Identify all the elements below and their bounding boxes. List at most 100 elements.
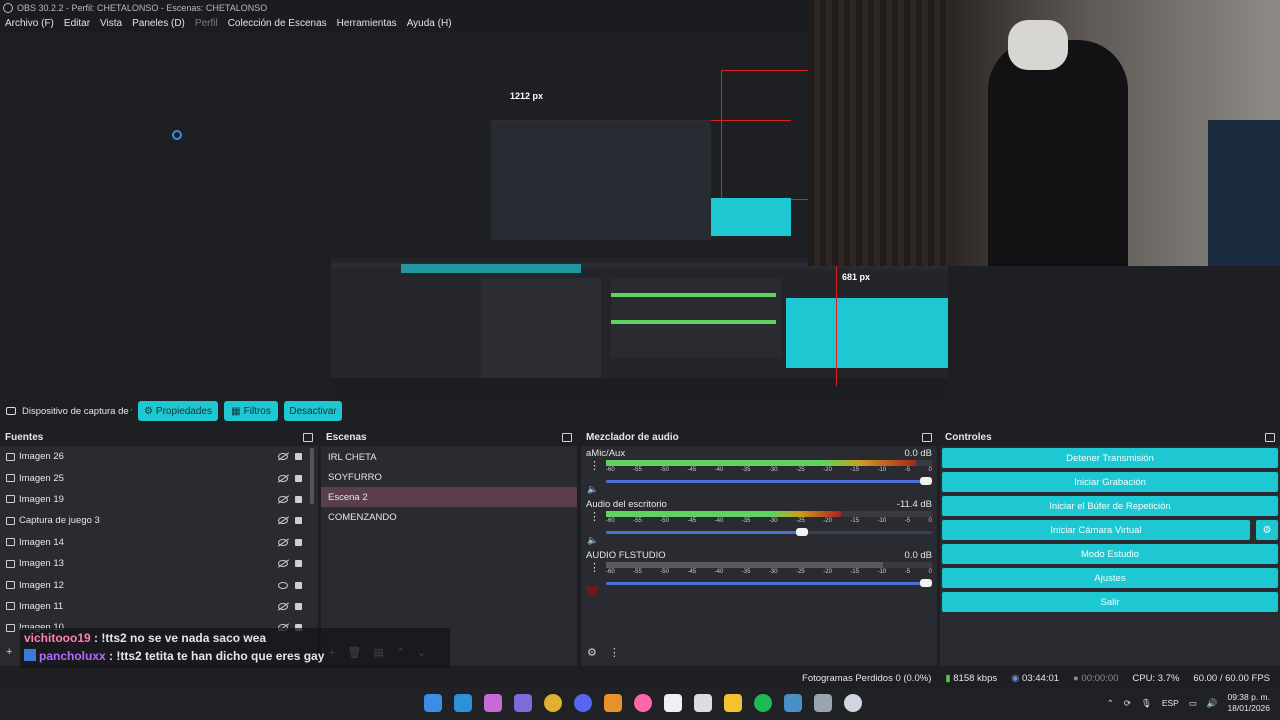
chrome-icon[interactable] — [544, 694, 562, 712]
lock-icon[interactable] — [295, 581, 302, 589]
eye-off-icon[interactable] — [278, 453, 288, 461]
signal-icon: ▮ — [945, 672, 951, 684]
source-row[interactable]: Imagen 12 — [0, 574, 318, 595]
chat-message: vichitooo19 : !tts2 no se ve nada saco w… — [24, 631, 267, 645]
undock-icon[interactable] — [303, 432, 313, 442]
volume-icon[interactable]: 🔊 — [1207, 698, 1218, 709]
lock-icon[interactable] — [295, 602, 302, 610]
osu-icon[interactable] — [634, 694, 652, 712]
speaker-muted-icon[interactable] — [587, 586, 597, 595]
language-indicator[interactable]: ESP — [1162, 698, 1179, 708]
scene-item[interactable]: Escena 2 — [321, 487, 577, 507]
undock-icon[interactable] — [1265, 432, 1275, 442]
source-row[interactable]: Imagen 19 — [0, 489, 318, 510]
control-iniciar-c-mara-virtual-button[interactable]: Iniciar Cámara Virtual — [942, 520, 1250, 540]
sync-icon[interactable]: ⟳ — [1124, 698, 1131, 709]
track-menu-icon[interactable]: ⋮ — [589, 510, 600, 523]
windows-start-icon[interactable] — [424, 694, 442, 712]
menu-item-editar[interactable]: Editar — [59, 18, 95, 29]
source-row[interactable]: Imagen 25 — [0, 467, 318, 488]
lock-icon[interactable] — [295, 495, 302, 503]
mixer-tracks: aMic/Aux 0.0 dB ⋮ -60 -55 -50 -45 -40 -35 -30 -25-… — [581, 446, 937, 599]
deactivate-button[interactable]: Desactivar — [284, 401, 342, 421]
microphone-icon[interactable]: 🎙 — [1141, 698, 1152, 709]
source-row[interactable]: Imagen 26 — [0, 446, 318, 467]
control-salir-button[interactable]: Salir — [942, 592, 1278, 612]
obs-icon[interactable] — [844, 694, 862, 712]
properties-button[interactable]: ⚙ Propiedades — [138, 401, 218, 421]
discord-icon[interactable] — [574, 694, 592, 712]
scale-tick: -40 — [714, 569, 724, 575]
volume-slider[interactable] — [606, 477, 932, 486]
scene-item[interactable]: IRL CHETA — [321, 447, 577, 467]
source-row[interactable]: Imagen 14 — [0, 532, 318, 553]
menu-item-vista[interactable]: Vista — [95, 18, 127, 29]
eye-off-icon[interactable] — [278, 560, 288, 568]
filters-button[interactable]: ▦ Filtros — [224, 401, 278, 421]
fl-studio-icon[interactable] — [604, 694, 622, 712]
track-menu-icon[interactable]: ⋮ — [589, 561, 600, 574]
control-modo-estudio-button[interactable]: Modo Estudio — [942, 544, 1278, 564]
menu-item-archivo-f[interactable]: Archivo (F) — [0, 18, 59, 29]
volume-slider[interactable] — [606, 579, 932, 588]
control-iniciar-grabaci-n-button[interactable]: Iniciar Grabación — [942, 472, 1278, 492]
clock[interactable]: 09:38 p. m. 18/01/2026 — [1227, 692, 1270, 714]
menu-item-herramientas[interactable]: Herramientas — [332, 18, 402, 29]
speaker-icon[interactable]: 🔈 — [587, 484, 598, 494]
source-row[interactable]: Imagen 13 — [0, 553, 318, 574]
chevron-up-icon[interactable]: ⌃ — [1107, 698, 1114, 709]
track-db: -11.4 dB — [896, 499, 932, 510]
copilot-icon[interactable] — [484, 694, 502, 712]
eye-off-icon[interactable] — [278, 517, 288, 525]
undock-icon[interactable] — [562, 432, 572, 442]
source-name: Imagen 14 — [19, 536, 64, 548]
meter-level — [606, 460, 916, 466]
settings-icon[interactable] — [814, 694, 832, 712]
lock-icon[interactable] — [295, 453, 302, 461]
more-options-icon[interactable]: ⋮ — [609, 646, 620, 659]
add-source-icon[interactable]: + — [6, 646, 12, 658]
edge-browser-icon[interactable] — [454, 694, 472, 712]
menu-item-colecci-n-de-escenas[interactable]: Colección de Escenas — [223, 18, 332, 29]
source-row[interactable]: Imagen 11 — [0, 596, 318, 617]
sources-scrollbar[interactable] — [310, 448, 314, 504]
advanced-audio-icon[interactable]: ⚙ — [587, 646, 597, 659]
lock-icon[interactable] — [295, 560, 302, 568]
github-icon[interactable] — [694, 694, 712, 712]
network-icon[interactable]: ▭ — [1189, 698, 1197, 709]
eye-icon[interactable] — [278, 581, 288, 589]
eye-off-icon[interactable] — [278, 495, 288, 503]
volume-slider[interactable] — [606, 528, 932, 537]
obs-logo-icon — [3, 2, 13, 13]
eye-off-icon[interactable] — [278, 602, 288, 610]
obsidian-icon[interactable] — [514, 694, 532, 712]
virtual-camera-settings-icon[interactable]: ⚙ — [1256, 520, 1278, 540]
spotify-icon[interactable] — [754, 694, 772, 712]
menu-item-ayuda-h[interactable]: Ayuda (H) — [402, 18, 457, 29]
lock-icon[interactable] — [295, 517, 302, 525]
source-row[interactable]: Captura de juego 3 — [0, 510, 318, 531]
source-name: Imagen 19 — [19, 493, 64, 505]
image-icon — [6, 495, 15, 504]
control-iniciar-el-b-fer-de-repetici-n-button[interactable]: Iniciar el Búfer de Repetición — [942, 496, 1278, 516]
scene-item[interactable]: COMENZANDO — [321, 507, 577, 527]
gear-icon: ⚙ — [143, 405, 153, 417]
lock-icon[interactable] — [295, 474, 302, 482]
eye-off-icon[interactable] — [278, 474, 288, 482]
menu-item-paneles-d[interactable]: Paneles (D) — [127, 18, 190, 29]
lock-icon[interactable] — [295, 538, 302, 546]
selected-source-label: Dispositivo de captura de v — [22, 405, 132, 417]
speaker-icon[interactable]: 🔈 — [587, 535, 598, 545]
scene-item[interactable]: SOYFURRO — [321, 467, 577, 487]
scale-tick: -50 — [660, 518, 669, 524]
undock-icon[interactable] — [922, 432, 932, 442]
file-icon[interactable] — [664, 694, 682, 712]
eye-off-icon[interactable] — [278, 538, 288, 546]
steam-icon[interactable] — [784, 694, 802, 712]
control-ajustes-button[interactable]: Ajustes — [942, 568, 1278, 588]
menu-item-perfil[interactable]: Perfil — [190, 18, 223, 29]
track-menu-icon[interactable]: ⋮ — [589, 459, 600, 472]
scale-tick: 0 — [928, 518, 932, 524]
file-explorer-icon[interactable] — [724, 694, 742, 712]
control-detener-transmisi-n-button[interactable]: Detener Transmisión — [942, 448, 1278, 468]
